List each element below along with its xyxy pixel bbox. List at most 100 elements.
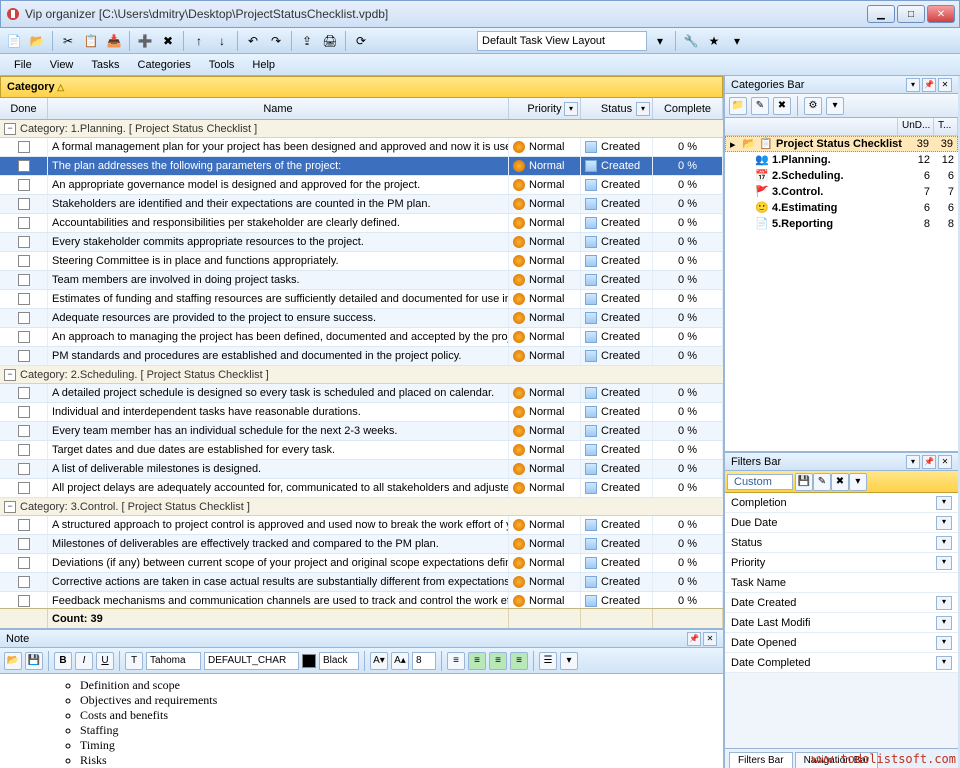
chevron-down-icon[interactable]: ▾ [636, 102, 650, 116]
category-item[interactable]: 📅2.Scheduling.66 [725, 168, 958, 184]
checkbox[interactable] [18, 538, 30, 550]
panel-menu-icon[interactable]: ▾ [906, 78, 920, 92]
table-row[interactable]: Every stakeholder commits appropriate re… [0, 233, 723, 252]
new-task-icon[interactable]: ➕ [135, 31, 155, 51]
chevron-down-icon[interactable]: ▾ [936, 596, 952, 610]
layout-dropdown-icon[interactable]: ▾ [650, 31, 670, 51]
filter-clear-icon[interactable]: ✖ [831, 473, 849, 491]
chevron-down-icon[interactable]: ▾ [936, 636, 952, 650]
table-row[interactable]: All project delays are adequately accoun… [0, 479, 723, 498]
align-left-icon[interactable]: ≡ [447, 652, 465, 670]
table-row[interactable]: Stakeholders are identified and their ex… [0, 195, 723, 214]
category-row[interactable]: −Category: 1.Planning. [ Project Status … [0, 120, 723, 138]
maximize-button[interactable] [897, 5, 925, 23]
checkbox[interactable] [18, 425, 30, 437]
checkbox[interactable] [18, 141, 30, 153]
category-item[interactable]: 📄5.Reporting88 [725, 216, 958, 232]
tab-filters-bar[interactable]: Filters Bar [729, 752, 793, 768]
collapse-icon[interactable]: − [4, 501, 16, 513]
filter-row[interactable]: Date Completed▾ [725, 653, 958, 673]
checkbox[interactable] [18, 217, 30, 229]
table-row[interactable]: A list of deliverable milestones is desi… [0, 460, 723, 479]
note-body[interactable]: Definition and scopeObjectives and requi… [0, 674, 723, 768]
menu-tasks[interactable]: Tasks [83, 57, 127, 73]
checkbox[interactable] [18, 312, 30, 324]
filter-edit-icon[interactable]: ✎ [813, 473, 831, 491]
filter-row[interactable]: Task Name [725, 573, 958, 593]
col-status[interactable]: Status▾ [581, 98, 653, 119]
checkbox[interactable] [18, 482, 30, 494]
menu-help[interactable]: Help [244, 57, 283, 73]
chevron-down-icon[interactable]: ▾ [936, 536, 952, 550]
checkbox[interactable] [18, 387, 30, 399]
checkbox[interactable] [18, 179, 30, 191]
italic-button[interactable]: I [75, 652, 93, 670]
col-name[interactable]: Name [48, 98, 509, 119]
font-color-select[interactable] [319, 652, 359, 670]
menu-categories[interactable]: Categories [130, 57, 199, 73]
table-row[interactable]: Milestones of deliverables are effective… [0, 535, 723, 554]
tool-c-icon[interactable]: ▾ [727, 31, 747, 51]
filter-row[interactable]: Date Opened▾ [725, 633, 958, 653]
delete-category-icon[interactable]: ✖ [773, 97, 791, 115]
filter-row[interactable]: Due Date▾ [725, 513, 958, 533]
bullet-list-icon[interactable]: ☰ [539, 652, 557, 670]
col-complete[interactable]: Complete [653, 98, 723, 119]
pin-icon[interactable]: 📌 [922, 78, 936, 92]
new-file-icon[interactable]: 📄 [4, 31, 24, 51]
table-row[interactable]: A detailed project schedule is designed … [0, 384, 723, 403]
dropdown-icon[interactable]: ▾ [560, 652, 578, 670]
table-row[interactable]: Every team member has an individual sche… [0, 422, 723, 441]
close-icon[interactable]: ✕ [938, 455, 952, 469]
categories-tree[interactable]: ▸📂📋Project Status Checklist3939👥1.Planni… [725, 136, 958, 451]
collapse-icon[interactable]: − [4, 369, 16, 381]
chevron-down-icon[interactable]: ▾ [564, 102, 578, 116]
checkbox[interactable] [18, 406, 30, 418]
delete-icon[interactable]: ✖ [158, 31, 178, 51]
chevron-down-icon[interactable]: ▾ [936, 516, 952, 530]
table-row[interactable]: A formal management plan for your projec… [0, 138, 723, 157]
filter-row[interactable]: Completion▾ [725, 493, 958, 513]
category-item[interactable]: 🚩3.Control.77 [725, 184, 958, 200]
close-icon[interactable]: ✕ [938, 78, 952, 92]
table-row[interactable]: Steering Committee is in place and funct… [0, 252, 723, 271]
checkbox[interactable] [18, 463, 30, 475]
table-row[interactable]: A structured approach to project control… [0, 516, 723, 535]
size-down-icon[interactable]: A▾ [370, 652, 388, 670]
paste-icon[interactable]: 📥 [104, 31, 124, 51]
undo-icon[interactable]: ↶ [243, 31, 263, 51]
dropdown-icon[interactable]: ▾ [849, 473, 867, 491]
cut-icon[interactable]: ✂ [58, 31, 78, 51]
filter-row[interactable]: Status▾ [725, 533, 958, 553]
dropdown-icon[interactable]: ▾ [826, 97, 844, 115]
move-down-icon[interactable]: ↓ [212, 31, 232, 51]
table-row[interactable]: Estimates of funding and staffing resour… [0, 290, 723, 309]
chevron-down-icon[interactable]: ▾ [936, 556, 952, 570]
filter-row[interactable]: Date Created▾ [725, 593, 958, 613]
filter-row[interactable]: Date Last Modifi▾ [725, 613, 958, 633]
checkbox[interactable] [18, 576, 30, 588]
table-row[interactable]: Team members are involved in doing proje… [0, 271, 723, 290]
category-row[interactable]: −Category: 2.Scheduling. [ Project Statu… [0, 366, 723, 384]
note-open-icon[interactable]: 📂 [4, 652, 22, 670]
table-row[interactable]: Accountabilities and responsibilities pe… [0, 214, 723, 233]
custom-filter-button[interactable]: Custom [727, 474, 793, 490]
tool-b-icon[interactable]: ★ [704, 31, 724, 51]
collapse-icon[interactable]: − [4, 123, 16, 135]
tool-a-icon[interactable]: 🔧 [681, 31, 701, 51]
new-category-icon[interactable]: 📁 [729, 97, 747, 115]
table-row[interactable]: Feedback mechanisms and communication ch… [0, 592, 723, 608]
group-by-bar[interactable]: Category [0, 76, 723, 98]
size-up-icon[interactable]: A▴ [391, 652, 409, 670]
grid-body[interactable]: −Category: 1.Planning. [ Project Status … [0, 120, 723, 608]
chevron-down-icon[interactable]: ▾ [936, 616, 952, 630]
font-icon[interactable]: T [125, 652, 143, 670]
checkbox[interactable] [18, 293, 30, 305]
table-row[interactable]: An appropriate governance model is desig… [0, 176, 723, 195]
font-charset-select[interactable] [204, 652, 299, 670]
checkbox[interactable] [18, 274, 30, 286]
move-up-icon[interactable]: ↑ [189, 31, 209, 51]
checkbox[interactable] [18, 236, 30, 248]
refresh-icon[interactable]: ⟳ [351, 31, 371, 51]
menu-view[interactable]: View [42, 57, 82, 73]
